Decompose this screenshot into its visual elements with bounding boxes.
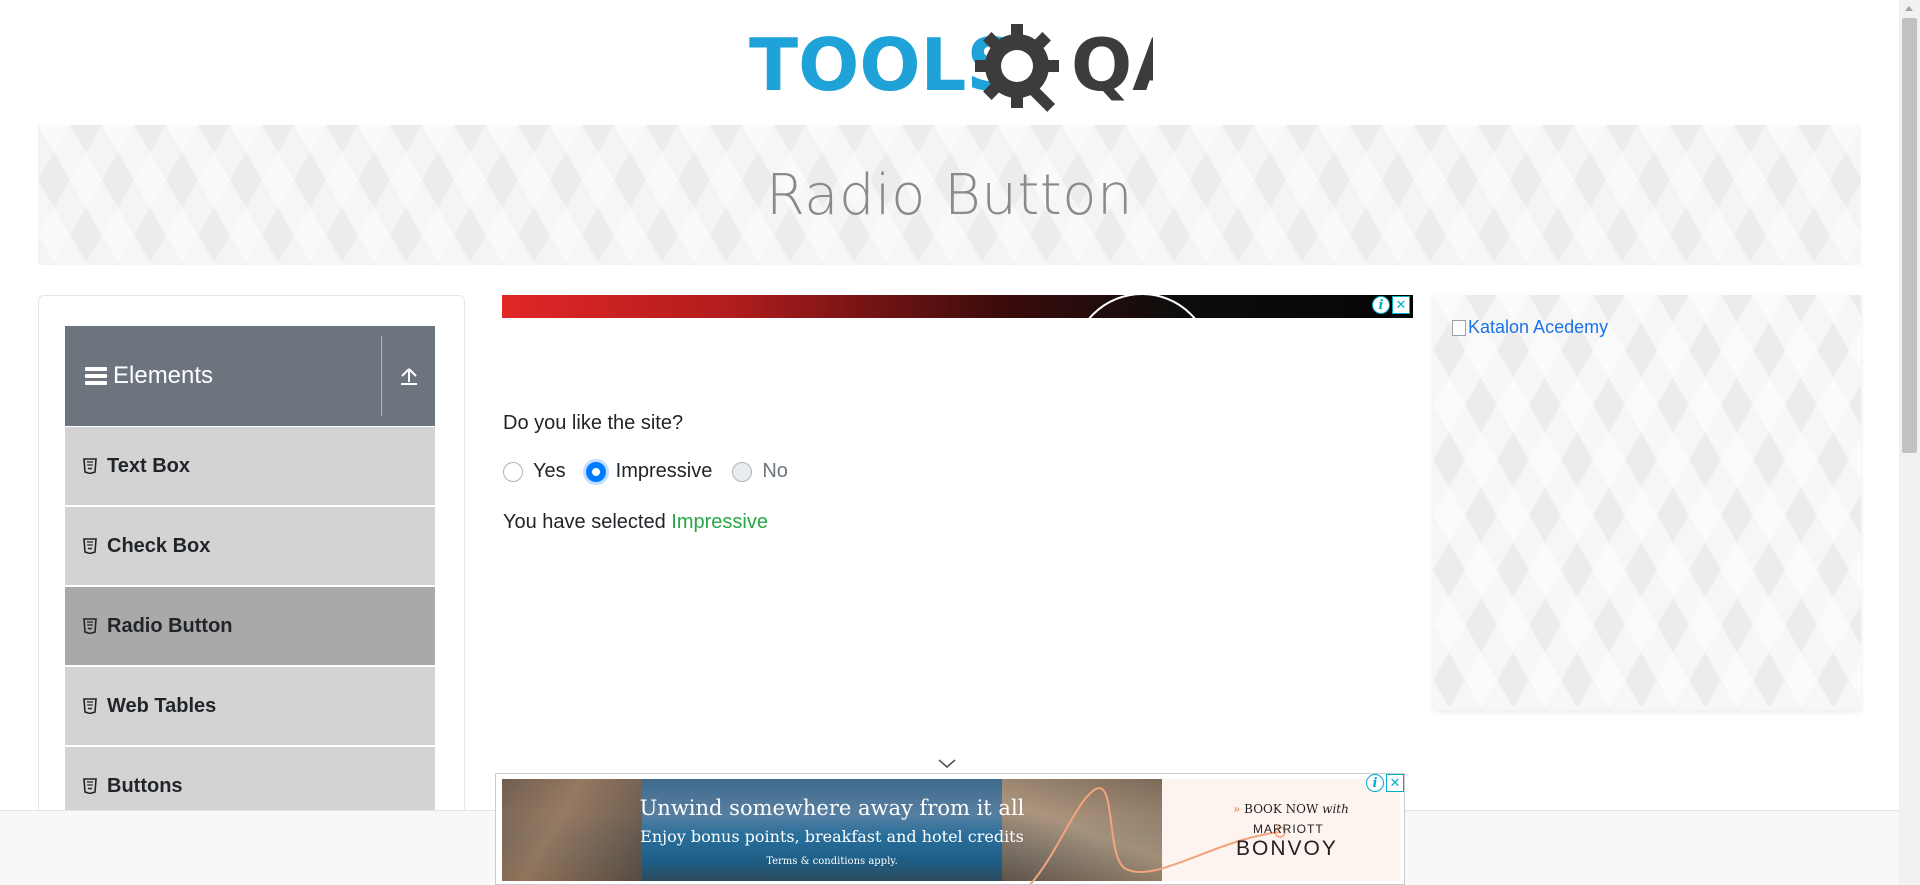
ad-close-icon[interactable]: ✕ bbox=[1386, 774, 1404, 792]
bottom-ad-controls: i ✕ bbox=[1366, 774, 1404, 792]
katalon-ad-alt-text[interactable]: Katalon Acedemy bbox=[1468, 317, 1608, 338]
radio-yes-label[interactable]: Yes bbox=[533, 460, 566, 483]
ad-info-icon[interactable]: i bbox=[1372, 296, 1390, 314]
radio-no-label: No bbox=[762, 460, 788, 482]
radio-no-input bbox=[732, 461, 753, 482]
radio-impressive[interactable]: Impressive bbox=[585, 460, 713, 483]
katalon-ad-image[interactable]: Katalon Acedemy bbox=[1452, 317, 1608, 338]
scrollbar-thumb[interactable] bbox=[1902, 18, 1917, 453]
ad-brand-main: BONVOY bbox=[1236, 837, 1338, 860]
sidebar-item-label: Buttons bbox=[107, 774, 183, 797]
bottom-ad-banner[interactable]: Unwind somewhere away from it all Enjoy … bbox=[495, 773, 1405, 885]
hamburger-icon bbox=[85, 367, 107, 385]
sidebar-item-label: Web Tables bbox=[107, 694, 217, 717]
radio-yes[interactable]: Yes bbox=[503, 460, 566, 483]
right-ad-panel[interactable]: Katalon Acedemy bbox=[1433, 295, 1861, 710]
ad-book-with: with bbox=[1322, 802, 1349, 816]
html5-icon bbox=[83, 458, 97, 474]
sidebar-item-label: Radio Button bbox=[107, 614, 233, 637]
logo-text-qa: QA bbox=[1071, 23, 1153, 107]
radio-yes-input[interactable] bbox=[503, 461, 523, 482]
upload-arrow-icon bbox=[400, 368, 417, 385]
sidebar-item-label: Text Box bbox=[107, 454, 190, 477]
toolsqa-logo[interactable]: TOOLS QA bbox=[749, 20, 1188, 116]
sidebar-item-check-box[interactable]: Check Box bbox=[65, 507, 435, 585]
html5-icon bbox=[83, 778, 97, 794]
result-value: Impressive bbox=[671, 511, 768, 533]
collapse-group-button[interactable] bbox=[382, 326, 435, 426]
radio-impressive-input[interactable] bbox=[585, 461, 606, 482]
ad-book-arrow: » bbox=[1233, 802, 1241, 816]
html5-icon bbox=[83, 698, 97, 714]
sidebar-item-label: Check Box bbox=[107, 534, 211, 557]
left-panel: Elements Text Box Check Box Radio Button… bbox=[38, 295, 465, 885]
result-prefix: You have selected bbox=[503, 511, 672, 533]
ad-book-text: BOOK NOW bbox=[1244, 802, 1319, 816]
sidebar-item-text-box[interactable]: Text Box bbox=[65, 427, 435, 505]
sidebar-item-web-tables[interactable]: Web Tables bbox=[65, 667, 435, 745]
ad-close-icon[interactable]: ✕ bbox=[1392, 296, 1410, 314]
elements-menu: Text Box Check Box Radio Button Web Tabl… bbox=[65, 427, 435, 827]
broken-image-icon bbox=[1452, 319, 1466, 336]
radio-question: Do you like the site? bbox=[503, 412, 684, 434]
scroll-up-icon[interactable] bbox=[1905, 6, 1913, 11]
top-ad-banner[interactable] bbox=[502, 295, 1413, 318]
ad-brand-top: MARRIOTT bbox=[1253, 822, 1324, 836]
ad-book-now[interactable]: » BOOK NOW with bbox=[1233, 802, 1349, 816]
ad-info-icon[interactable]: i bbox=[1366, 774, 1384, 792]
radio-impressive-label[interactable]: Impressive bbox=[616, 460, 713, 483]
radio-group: Yes Impressive No bbox=[503, 460, 808, 483]
radio-no: No bbox=[732, 460, 788, 483]
html5-icon bbox=[83, 538, 97, 554]
elements-group-header[interactable]: Elements bbox=[65, 326, 435, 426]
page-scrollbar[interactable] bbox=[1899, 0, 1920, 885]
ad-decorative-curve bbox=[1029, 787, 1286, 884]
selection-result: You have selected Impressive bbox=[503, 511, 768, 534]
sidebar-item-radio-button[interactable]: Radio Button bbox=[65, 587, 435, 665]
ad-graphic bbox=[1072, 295, 1212, 318]
page-title: Radio Button bbox=[766, 162, 1133, 228]
page-banner: Radio Button bbox=[38, 125, 1861, 265]
html5-icon bbox=[83, 618, 97, 634]
group-title: Elements bbox=[113, 362, 214, 389]
top-ad-controls: i ✕ bbox=[1372, 296, 1410, 314]
